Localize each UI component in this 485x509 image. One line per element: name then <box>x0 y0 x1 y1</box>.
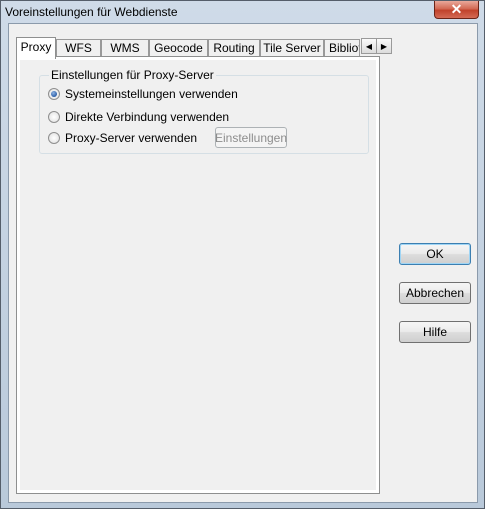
proxy-settings-group: Einstellungen für Proxy-Server Systemein… <box>39 68 369 154</box>
help-button[interactable]: Hilfe <box>399 321 471 343</box>
tab-page-proxy: Einstellungen für Proxy-Server Systemein… <box>16 56 380 494</box>
tab-label: Proxy <box>20 40 52 54</box>
tab-label: Tile Server <box>263 41 321 55</box>
tab-wfs[interactable]: WFS <box>56 39 101 57</box>
radio-checked-icon[interactable] <box>48 88 60 100</box>
radio-direct-connection[interactable]: Direkte Verbindung verwenden <box>48 109 229 125</box>
tab-bibliothek[interactable]: Bibliothek <box>324 39 360 57</box>
tab-label: Geocode <box>154 41 203 55</box>
radio-unchecked-icon[interactable] <box>48 111 60 123</box>
window-title: Voreinstellungen für Webdienste <box>5 5 178 19</box>
radio-system-settings[interactable]: Systemeinstellungen verwenden <box>48 86 238 102</box>
tab-scroll-left-button[interactable]: ◀ <box>361 38 377 54</box>
close-button[interactable]: ✕ <box>434 1 479 19</box>
dialog-window: Voreinstellungen für Webdienste ✕ Proxy … <box>0 0 485 509</box>
radio-label: Direkte Verbindung verwenden <box>65 110 230 124</box>
tab-scroll-right-button[interactable]: ▶ <box>376 38 392 54</box>
tab-geocode[interactable]: Geocode <box>149 39 208 57</box>
tab-proxy[interactable]: Proxy <box>16 37 56 59</box>
title-bar[interactable]: Voreinstellungen für Webdienste ✕ <box>1 1 484 23</box>
tab-tile-server[interactable]: Tile Server <box>260 39 324 57</box>
tab-label: Bibliothek <box>329 41 359 55</box>
radio-proxy-server[interactable]: Proxy-Server verwenden <box>48 130 197 146</box>
tab-routing[interactable]: Routing <box>208 39 260 57</box>
close-icon: ✕ <box>450 1 463 17</box>
radio-unchecked-icon[interactable] <box>48 132 60 144</box>
group-title: Einstellungen für Proxy-Server <box>49 68 216 82</box>
arrow-right-icon: ▶ <box>380 41 388 51</box>
proxy-settings-button[interactable]: Einstellungen <box>215 127 287 148</box>
tab-label: Routing <box>213 41 255 55</box>
tab-page-body: Einstellungen für Proxy-Server Systemein… <box>20 60 376 490</box>
radio-label: Systemeinstellungen verwenden <box>65 87 238 101</box>
tab-wms[interactable]: WMS <box>101 39 149 57</box>
button-label: Abbrechen <box>405 286 465 300</box>
arrow-left-icon: ◀ <box>365 41 373 51</box>
radio-label: Proxy-Server verwenden <box>65 131 198 145</box>
cancel-button[interactable]: Abbrechen <box>399 282 471 304</box>
button-label: Hilfe <box>422 325 447 339</box>
button-label: OK <box>426 247 444 261</box>
tab-label: WMS <box>110 41 140 55</box>
ok-button[interactable]: OK <box>399 243 471 265</box>
button-label: Einstellungen <box>214 130 288 145</box>
tab-label: WFS <box>65 41 92 55</box>
dialog-client-area: Proxy WFS WMS Geocode Routing Tile Serve… <box>8 23 478 503</box>
